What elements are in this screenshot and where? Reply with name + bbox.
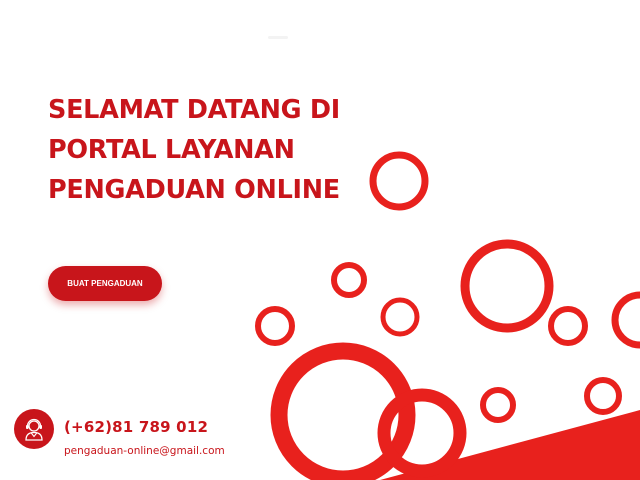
hero-title-line: PORTAL LAYANAN — [48, 135, 295, 165]
contact-phone[interactable]: (+62)81 789 012 — [64, 418, 208, 436]
ring — [377, 388, 467, 478]
ring — [611, 291, 640, 349]
decorative-circles — [255, 151, 640, 480]
hero-title-line: PENGADUAN ONLINE — [48, 175, 340, 205]
hero-title: SELAMAT DATANG DI PORTAL LAYANAN PENGADU… — [48, 90, 378, 210]
top-divider — [268, 36, 288, 39]
headset-person-icon — [25, 418, 43, 441]
create-complaint-button[interactable]: BUAT PENGADUAN — [48, 266, 162, 301]
ring — [331, 262, 367, 298]
contact-email[interactable]: pengaduan-online@gmail.com — [64, 445, 225, 457]
ring — [369, 151, 429, 211]
ring — [255, 306, 295, 346]
hero-title-line: SELAMAT DATANG DI — [48, 95, 340, 125]
customer-service-icon — [15, 410, 53, 448]
ring — [584, 377, 622, 415]
ring — [380, 297, 420, 337]
ring — [548, 306, 588, 346]
ring — [460, 239, 554, 333]
ring — [480, 387, 516, 423]
